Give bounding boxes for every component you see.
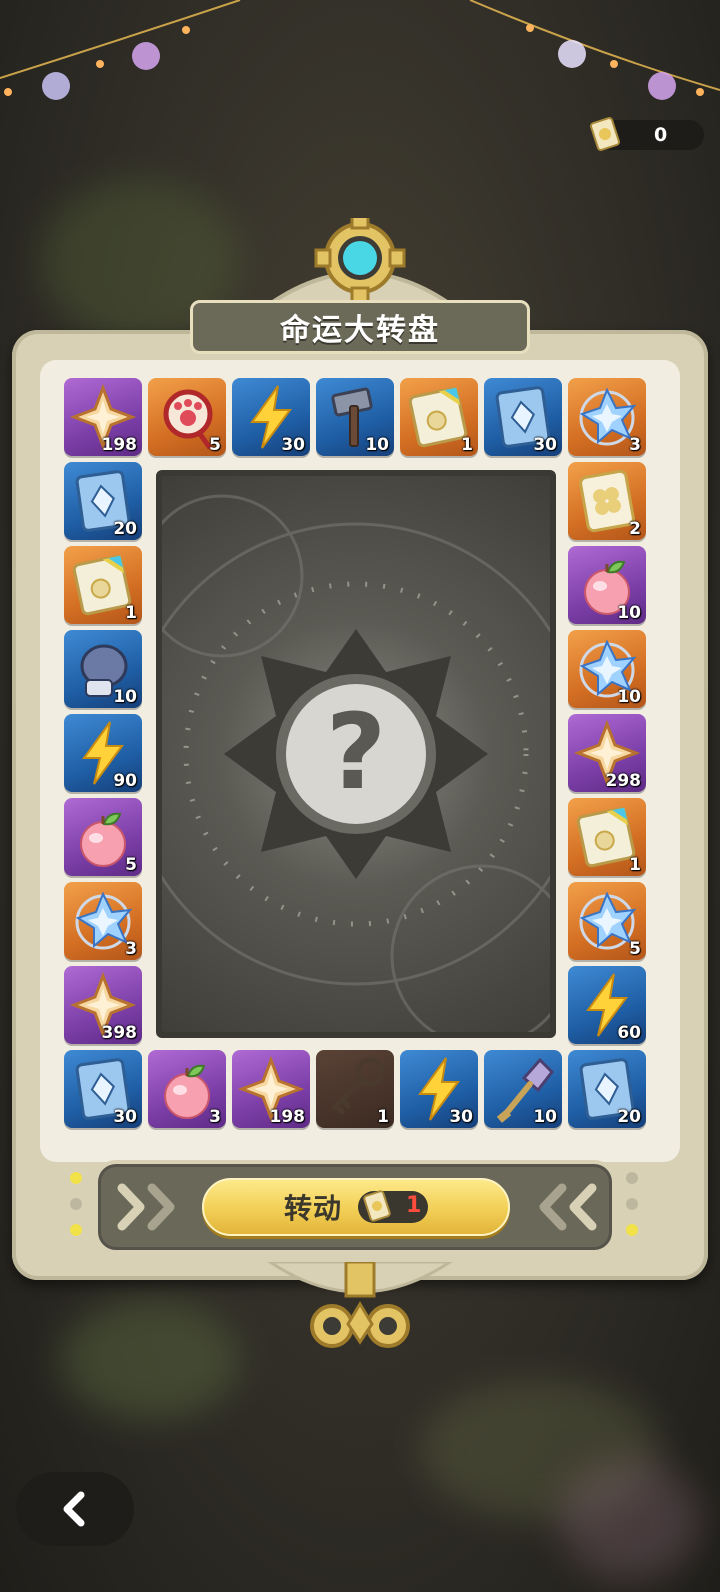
ticket-icon — [363, 1190, 391, 1222]
prize-tile: 10 — [64, 630, 142, 708]
prize-tile: 1 — [64, 546, 142, 624]
prize-tile: 10 — [484, 1050, 562, 1128]
ticket-count: 0 — [654, 124, 668, 146]
prize-tile: 3 — [64, 882, 142, 960]
prize-count: 3 — [209, 1107, 221, 1127]
prize-tile: 398 — [64, 966, 142, 1044]
prize-count: 1 — [377, 1107, 389, 1127]
prize-count: 30 — [533, 435, 557, 455]
indicator-dots-left — [70, 1172, 84, 1252]
prize-tile: 1 — [568, 798, 646, 876]
bottom-crest — [267, 1262, 453, 1348]
question-mark: ? — [326, 691, 386, 813]
prize-count: 30 — [281, 435, 305, 455]
prize-tile: 1 — [400, 378, 478, 456]
prize-count: 10 — [113, 687, 137, 707]
prize-tile: 5 — [64, 798, 142, 876]
prize-count: 30 — [113, 1107, 137, 1127]
prize-tile: 198 — [64, 378, 142, 456]
prize-count: 3 — [629, 435, 641, 455]
prize-tile: 30 — [484, 378, 562, 456]
prize-count: 198 — [101, 435, 138, 455]
prize-count: 10 — [617, 603, 641, 623]
spin-button[interactable]: 转动 1 — [202, 1178, 510, 1236]
prize-tile: 30 — [64, 1050, 142, 1128]
mystery-reward-emblem: ? — [162, 494, 550, 1032]
background-bokeh — [560, 1460, 700, 1580]
ticket-counter: 0 — [589, 117, 704, 151]
prize-tile: 60 — [568, 966, 646, 1044]
prize-tile: 30 — [232, 378, 310, 456]
center-reward-panel: ? — [156, 470, 556, 1038]
prize-tile: 198 — [232, 1050, 310, 1128]
back-button[interactable] — [16, 1472, 134, 1546]
prize-tile: 3 — [568, 378, 646, 456]
prize-tile: 5 — [568, 882, 646, 960]
spin-label: 转动 — [283, 1192, 342, 1225]
prize-count: 90 — [113, 771, 137, 791]
prize-tile: 3 — [148, 1050, 226, 1128]
prize-tile: 1 — [316, 1050, 394, 1128]
spin-cost-value: 1 — [406, 1193, 422, 1218]
ticket-icon — [589, 117, 621, 151]
prize-count: 1 — [461, 435, 473, 455]
prize-count: 60 — [617, 1023, 641, 1043]
prize-tile: 90 — [64, 714, 142, 792]
prize-count: 198 — [269, 1107, 306, 1127]
prize-tile: 30 — [400, 1050, 478, 1128]
page-title: 命运大转盘 — [190, 300, 530, 354]
prize-tile: 20 — [568, 1050, 646, 1128]
prize-count: 5 — [209, 435, 221, 455]
prize-count: 298 — [605, 771, 642, 791]
spin-cost: 1 — [358, 1190, 428, 1223]
double-chevron-right-icon — [117, 1183, 175, 1231]
prize-tile: 10 — [568, 546, 646, 624]
prize-count: 10 — [617, 687, 641, 707]
background-bokeh — [60, 1300, 240, 1420]
double-chevron-left-icon — [539, 1183, 597, 1231]
prize-count: 20 — [617, 1107, 641, 1127]
prize-count: 10 — [365, 435, 389, 455]
prize-count: 10 — [533, 1107, 557, 1127]
chevron-left-icon — [63, 1491, 85, 1527]
prize-tile: 298 — [568, 714, 646, 792]
string-lights — [0, 0, 720, 100]
indicator-dots-right — [626, 1172, 640, 1252]
prize-count: 1 — [125, 603, 137, 623]
prize-count: 1 — [629, 855, 641, 875]
prize-count: 20 — [113, 519, 137, 539]
prize-count: 398 — [101, 1023, 138, 1043]
prize-tile: 20 — [64, 462, 142, 540]
prize-count: 30 — [449, 1107, 473, 1127]
prize-tile: 10 — [568, 630, 646, 708]
prize-tile: 2 — [568, 462, 646, 540]
prize-count: 2 — [629, 519, 641, 539]
prize-tile: 5 — [148, 378, 226, 456]
prize-count: 5 — [125, 855, 137, 875]
prize-tile: 10 — [316, 378, 394, 456]
prize-count: 3 — [125, 939, 137, 959]
prize-count: 5 — [629, 939, 641, 959]
